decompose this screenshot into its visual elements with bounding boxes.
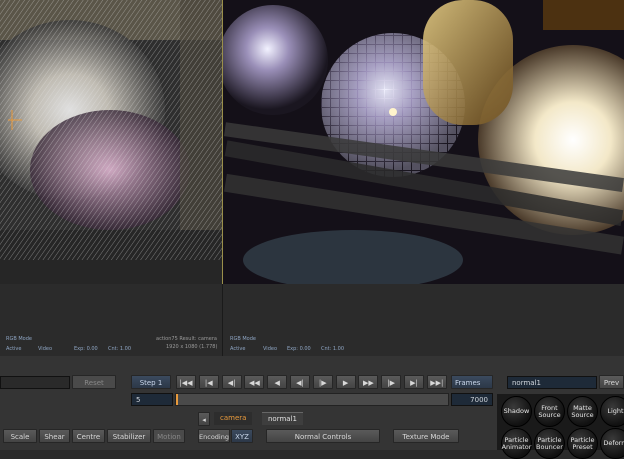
step-back-icon[interactable]: ◀: [267, 375, 288, 389]
particle-preset-tool-button[interactable]: Particle Preset: [567, 428, 598, 459]
skip-to-end-icon[interactable]: ▶▶|: [426, 375, 447, 389]
left-viewer-image: [0, 0, 222, 284]
particle-animator-tool-button[interactable]: Particle Animator: [501, 428, 532, 459]
centre-button[interactable]: Centre: [72, 429, 105, 443]
prev-button[interactable]: Prev: [599, 375, 624, 389]
step-back-to-mark-icon[interactable]: ◀|: [221, 375, 242, 389]
scale-button[interactable]: Scale: [3, 429, 37, 443]
step-forward-to-mark-icon[interactable]: |▶: [381, 375, 402, 389]
tab-scroll-left-button[interactable]: ◂: [198, 412, 210, 426]
motion-button[interactable]: Motion: [153, 429, 185, 443]
viewer-left[interactable]: [0, 0, 222, 284]
left-resolution: 1920 x 1080 (1.778): [166, 344, 218, 350]
play-backward-icon[interactable]: ◀|: [290, 375, 310, 389]
tool-palette: Shadow Front Source Matte Source Light P…: [497, 394, 624, 459]
left-status-exp: Exp: 0.00: [74, 346, 98, 352]
left-result-label: action75 Result: camera: [156, 336, 217, 342]
next-keyframe-icon[interactable]: ▶|: [404, 375, 424, 389]
step-back-fast-icon[interactable]: ◀◀: [244, 375, 265, 389]
particle-bouncer-tool-button[interactable]: Particle Bouncer: [534, 428, 565, 459]
right-viewer-image: [223, 0, 624, 284]
control-strip: Reset Step 1 |◀◀ |◀ ◀| ◀◀ ◀ ◀| |▶ ▶ ▶▶ |▶ ▶| ▶▶| Fr…: [0, 356, 624, 459]
name-field[interactable]: [0, 376, 70, 389]
normal-controls-button[interactable]: Normal Controls: [266, 429, 380, 443]
tab-camera[interactable]: camera: [214, 412, 253, 425]
deform-tool-button[interactable]: Deform: [600, 428, 624, 459]
play-forward-icon[interactable]: ▶: [335, 375, 356, 389]
end-frame-field[interactable]: 7000: [451, 393, 493, 406]
previous-keyframe-icon[interactable]: |◀: [198, 375, 219, 389]
matte-source-tool-button[interactable]: Matte Source: [567, 396, 598, 427]
left-status-cnt: Cnt: 1.00: [108, 346, 132, 352]
frames-button[interactable]: Frames: [451, 375, 493, 389]
reset-button[interactable]: Reset: [72, 375, 116, 389]
right-status-active: Active: [230, 346, 246, 352]
left-viewer-status-bar: RGB Mode Active Video Exp: 0.00 Cnt: 1.0…: [0, 284, 223, 356]
shadow-tool-button[interactable]: Shadow: [501, 396, 532, 427]
step-forward-fast-icon[interactable]: ▶▶: [358, 375, 379, 389]
current-frame-field[interactable]: 5: [131, 393, 173, 406]
right-rgb-mode[interactable]: RGB Mode: [230, 336, 256, 342]
skip-to-start-icon[interactable]: |◀◀: [176, 375, 196, 389]
step-button[interactable]: Step 1: [131, 375, 171, 389]
viewer-right[interactable]: [222, 0, 624, 284]
timeline-playhead[interactable]: [176, 394, 178, 405]
texture-mode-button[interactable]: Texture Mode: [393, 429, 459, 443]
left-status-video: Video: [38, 346, 53, 352]
tab-normal1[interactable]: normal1: [262, 412, 303, 425]
pause-icon[interactable]: |▶: [312, 375, 333, 389]
node-name-field[interactable]: normal1: [507, 376, 597, 389]
front-source-tool-button[interactable]: Front Source: [534, 396, 565, 427]
xyz-button[interactable]: XYZ: [231, 429, 253, 443]
right-status-video: Video: [263, 346, 278, 352]
right-status-cnt: Cnt: 1.00: [321, 346, 345, 352]
encoding-button[interactable]: Encoding: [198, 429, 230, 443]
shear-button[interactable]: Shear: [39, 429, 70, 443]
light-tool-button[interactable]: Light: [600, 396, 624, 427]
stabilizer-button[interactable]: Stabilizer: [107, 429, 151, 443]
right-status-exp: Exp: 0.00: [287, 346, 311, 352]
timeline-scrubber[interactable]: [175, 393, 449, 406]
right-viewer-status-bar: RGB Mode Active Video Exp: 0.00 Cnt: 1.0…: [223, 284, 624, 357]
left-status-active: Active: [6, 346, 22, 352]
left-rgb-mode[interactable]: RGB Mode: [6, 336, 32, 342]
